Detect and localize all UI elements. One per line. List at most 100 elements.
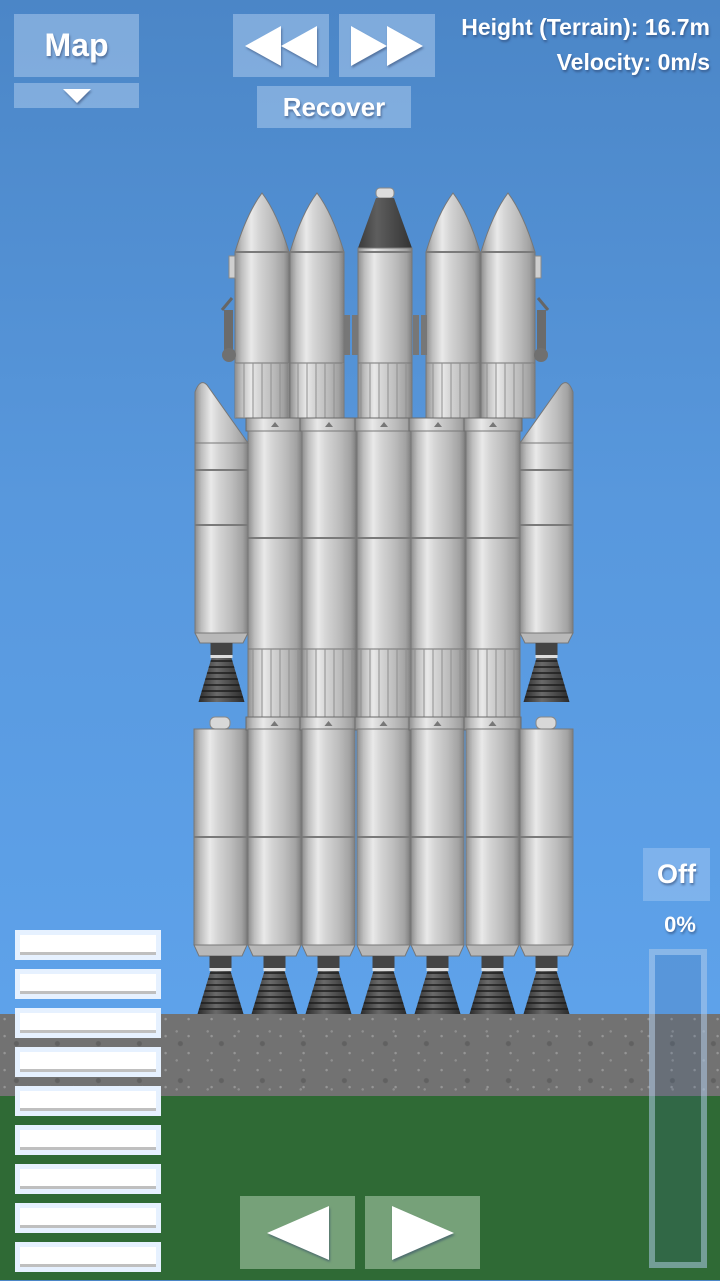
lower-engine-nozzle-ring xyxy=(481,968,504,971)
lower-engine-nozzle-bell-rings xyxy=(197,971,244,1014)
core-interstage-ribs xyxy=(302,649,356,717)
lower-engine-nozzle-ring xyxy=(263,968,286,971)
lower-tank-bottom xyxy=(193,944,248,957)
throttle-percent: 0% xyxy=(664,912,696,937)
core-interstage-ribs xyxy=(248,649,302,717)
rewind-button[interactable] xyxy=(233,14,329,77)
rewind-icon xyxy=(281,25,317,66)
antenna-left xyxy=(220,297,234,311)
core-interstage-ribs xyxy=(466,649,520,717)
upper-nose-cone xyxy=(234,192,290,253)
upper-interstage-ribs xyxy=(290,363,344,418)
lower-engine-nozzle-bell-rings xyxy=(305,971,352,1014)
core-tank xyxy=(247,430,303,650)
side-fin-left xyxy=(228,255,236,279)
stage-slot[interactable] xyxy=(15,1203,161,1233)
lower-engine-nozzle-bell-rings xyxy=(360,971,407,1014)
rcs-joint-right xyxy=(534,348,548,362)
engine-toggle-button[interactable]: Off xyxy=(643,848,710,901)
lower-tank-bottom xyxy=(301,944,356,957)
map-dropdown-button[interactable] xyxy=(14,83,139,108)
map-button[interactable]: Map xyxy=(14,14,139,77)
core-tank xyxy=(465,430,521,650)
upper-tank xyxy=(289,251,345,364)
booster-nozzle-left-ring xyxy=(210,655,233,658)
strut-connector xyxy=(352,315,358,355)
antenna-right xyxy=(536,297,550,311)
stage-slot[interactable] xyxy=(15,1008,161,1038)
booster-bottom-right xyxy=(519,632,574,644)
strut-connector xyxy=(421,315,427,355)
strut-connector xyxy=(344,315,350,355)
lower-engine-nozzle-throat xyxy=(263,956,286,968)
fast-forward-button[interactable] xyxy=(339,14,435,77)
upper-tank xyxy=(480,251,536,364)
stage-slot[interactable] xyxy=(15,930,161,960)
lower-engine-nozzle-ring xyxy=(209,968,232,971)
height-readout: Height (Terrain): 16.7m xyxy=(461,14,710,40)
booster-nozzle-right-bell-rings xyxy=(523,658,570,702)
lower-engine-nozzle-ring xyxy=(426,968,449,971)
strut-connector xyxy=(413,315,419,355)
previous-button[interactable] xyxy=(240,1196,355,1269)
lower-engine-nozzle-bell-rings xyxy=(469,971,516,1014)
upper-nose-cone xyxy=(480,192,536,253)
lower-engine-nozzle-throat xyxy=(317,956,340,968)
core-tank xyxy=(301,430,357,650)
stage-slot[interactable] xyxy=(15,1242,161,1272)
lower-engine-nozzle-bell-rings xyxy=(251,971,298,1014)
upper-tank xyxy=(234,251,290,364)
lower-tank-bottom xyxy=(519,944,574,957)
lower-engine-nozzle-ring xyxy=(535,968,558,971)
lower-engine-nozzle-ring xyxy=(317,968,340,971)
recover-label: Recover xyxy=(282,91,386,122)
throttle-slider[interactable] xyxy=(649,949,707,1268)
core-interstage-ribs xyxy=(411,649,465,717)
lower-engine-nozzle-ring xyxy=(372,968,395,971)
fast-forward-icon xyxy=(387,25,423,66)
lower-tank-bottom xyxy=(465,944,520,957)
upper-interstage-ribs xyxy=(235,363,289,418)
stage-list xyxy=(15,930,161,1281)
stage-slot[interactable] xyxy=(15,1047,161,1077)
upper-interstage-ribs xyxy=(426,363,480,418)
velocity-readout: Velocity: 0m/s xyxy=(556,49,710,75)
lower-engine-nozzle-bell-rings xyxy=(523,971,570,1014)
side-booster-tank-right xyxy=(519,442,574,634)
lower-engine-nozzle-throat xyxy=(481,956,504,968)
upper-center-tank xyxy=(357,247,413,364)
rewind-icon xyxy=(245,25,281,66)
lower-engine-nozzle-throat xyxy=(372,956,395,968)
upper-interstage-ribs xyxy=(481,363,535,418)
upper-nose-cone xyxy=(425,192,481,253)
fast-forward-icon xyxy=(351,25,387,66)
lower-engine-nozzle-throat xyxy=(535,956,558,968)
upper-tank xyxy=(425,251,481,364)
core-interstage-ribs xyxy=(357,649,411,717)
booster-nozzle-right-throat xyxy=(535,643,558,655)
lower-tank-bottom xyxy=(356,944,411,957)
booster-nozzle-left-bell-rings xyxy=(198,658,245,702)
engine-toggle-label: Off xyxy=(657,859,696,889)
arrow-left-icon xyxy=(266,1205,329,1260)
lower-engine-nozzle-throat xyxy=(426,956,449,968)
recover-button[interactable]: Recover xyxy=(257,86,411,128)
lower-tank-bottom xyxy=(410,944,465,957)
next-button[interactable] xyxy=(365,1196,480,1269)
core-tank xyxy=(356,430,412,650)
lower-engine-nozzle-bell-rings xyxy=(414,971,461,1014)
side-booster-tank-left xyxy=(194,442,249,634)
booster-nozzle-left-throat xyxy=(210,643,233,655)
stage-slot[interactable] xyxy=(15,1164,161,1194)
booster-nozzle-right-ring xyxy=(535,655,558,658)
chevron-down-icon xyxy=(62,88,91,103)
lower-tank-cap xyxy=(535,716,557,730)
core-tank xyxy=(410,430,466,650)
lower-engine-nozzle-throat xyxy=(209,956,232,968)
stage-slot[interactable] xyxy=(15,969,161,999)
stage-slot[interactable] xyxy=(15,1086,161,1116)
rcs-joint-left xyxy=(222,348,236,362)
capsule-tip xyxy=(375,187,395,199)
capsule-nose-cone xyxy=(358,198,412,248)
stage-slot[interactable] xyxy=(15,1125,161,1155)
